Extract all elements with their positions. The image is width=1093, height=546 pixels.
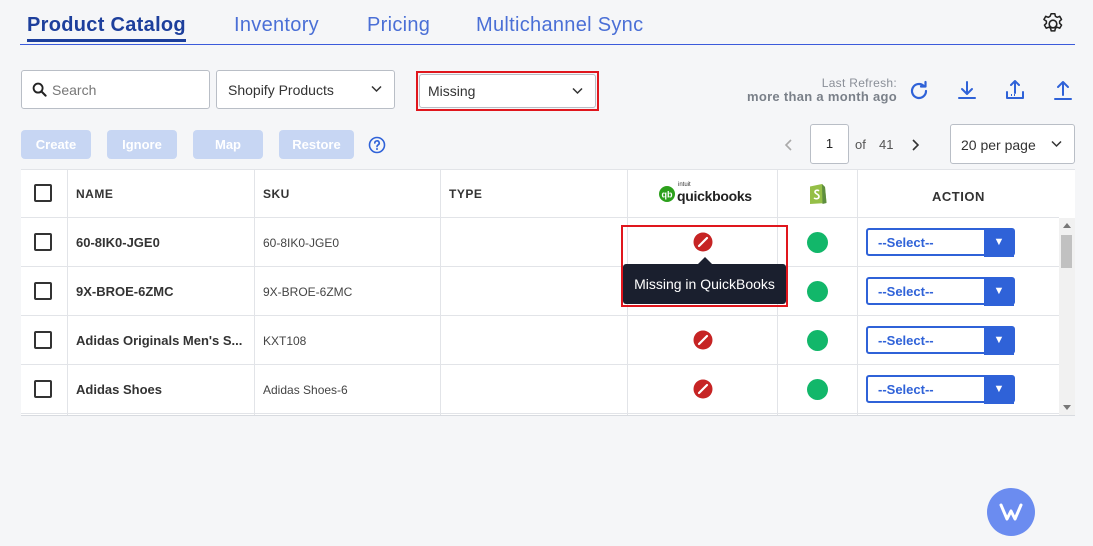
row-checkbox[interactable] bbox=[34, 233, 52, 251]
synced-status-icon bbox=[807, 281, 828, 302]
table-row[interactable]: 60-8IK0-JGE0 60-8IK0-JGE0 --Select-- ▼ bbox=[21, 218, 1059, 267]
download-icon[interactable] bbox=[955, 79, 979, 103]
table-row[interactable]: 9X-BROE-6ZMC 9X-BROE-6ZMC --Select-- ▼ bbox=[21, 267, 1059, 316]
last-refresh-value: more than a month ago bbox=[746, 89, 897, 104]
next-page-icon[interactable] bbox=[911, 139, 920, 151]
dropdown-arrow-icon: ▼ bbox=[984, 278, 1014, 306]
create-button[interactable]: Create bbox=[21, 130, 91, 159]
synced-status-icon bbox=[807, 232, 828, 253]
chat-launcher-button[interactable] bbox=[987, 488, 1035, 536]
pager-total: 41 bbox=[879, 137, 894, 152]
previous-page-icon[interactable] bbox=[784, 139, 793, 151]
main-tabs: Product Catalog Inventory Pricing Multic… bbox=[20, 10, 1075, 45]
missing-tooltip: Missing in QuickBooks bbox=[623, 257, 786, 304]
refresh-icon[interactable] bbox=[907, 79, 931, 103]
action-select[interactable]: --Select-- ▼ bbox=[866, 228, 1015, 257]
help-icon[interactable] bbox=[368, 136, 386, 154]
missing-status-icon[interactable] bbox=[693, 379, 713, 399]
product-name: Adidas Shoes bbox=[76, 382, 162, 397]
dropdown-arrow-icon: ▼ bbox=[984, 327, 1014, 355]
scroll-down-icon[interactable] bbox=[1063, 405, 1071, 411]
quickbooks-logo: qb intuit quickbooks bbox=[659, 182, 752, 205]
scroll-up-icon[interactable] bbox=[1063, 222, 1071, 228]
search-input[interactable] bbox=[52, 80, 202, 100]
action-select-value: --Select-- bbox=[878, 235, 934, 250]
dropdown-arrow-icon: ▼ bbox=[984, 376, 1014, 404]
row-checkbox[interactable] bbox=[34, 380, 52, 398]
restore-button[interactable]: Restore bbox=[279, 130, 354, 159]
scrollbar-thumb[interactable] bbox=[1061, 235, 1072, 268]
pager-of-label: of bbox=[855, 137, 866, 152]
map-button[interactable]: Map bbox=[193, 130, 263, 159]
synced-status-icon bbox=[807, 330, 828, 351]
app-logo-icon bbox=[999, 503, 1023, 521]
tab-pricing[interactable]: Pricing bbox=[367, 14, 430, 37]
row-checkbox[interactable] bbox=[34, 331, 52, 349]
table-row[interactable]: Adidas Shoes Adidas Shoes-6 --Select-- ▼ bbox=[21, 365, 1059, 414]
quickbooks-wordmark: quickbooks bbox=[677, 188, 752, 204]
search-icon bbox=[32, 82, 47, 97]
last-refresh: Last Refresh: more than a month ago bbox=[747, 76, 897, 104]
quickbooks-icon: qb bbox=[659, 186, 675, 202]
status-select-value: Missing bbox=[428, 83, 476, 99]
page-number-input[interactable]: 1 bbox=[810, 124, 849, 164]
per-page-select[interactable]: 20 per page bbox=[950, 124, 1075, 164]
upload-sync-icon[interactable] bbox=[1003, 78, 1027, 102]
product-name: 9X-BROE-6ZMC bbox=[76, 284, 174, 299]
dropdown-arrow-icon: ▼ bbox=[984, 229, 1014, 257]
search-field[interactable] bbox=[21, 70, 210, 109]
gear-icon[interactable] bbox=[1040, 11, 1066, 37]
product-table: NAME SKU TYPE qb intuit quickbooks ACTIO… bbox=[21, 169, 1075, 416]
source-select-value: Shopify Products bbox=[228, 82, 334, 98]
chevron-down-icon bbox=[371, 85, 382, 93]
chevron-down-icon bbox=[1051, 140, 1062, 148]
svg-text:qb: qb bbox=[662, 190, 673, 200]
action-select-value: --Select-- bbox=[878, 382, 934, 397]
action-select[interactable]: --Select-- ▼ bbox=[866, 277, 1015, 306]
shopify-icon bbox=[810, 184, 827, 204]
action-select-value: --Select-- bbox=[878, 284, 934, 299]
last-refresh-label: Last Refresh: bbox=[821, 76, 897, 90]
missing-status-icon[interactable] bbox=[693, 330, 713, 350]
product-sku: 9X-BROE-6ZMC bbox=[263, 285, 353, 299]
action-select[interactable]: --Select-- ▼ bbox=[866, 375, 1015, 404]
row-checkbox[interactable] bbox=[34, 282, 52, 300]
product-sku: Adidas Shoes-6 bbox=[263, 383, 348, 397]
tab-product-catalog[interactable]: Product Catalog bbox=[27, 14, 186, 42]
status-select[interactable]: Missing bbox=[419, 74, 596, 108]
select-all-checkbox[interactable] bbox=[34, 184, 52, 202]
product-sku: KXT108 bbox=[263, 334, 307, 348]
product-sku: 60-8IK0-JGE0 bbox=[263, 236, 340, 250]
ignore-button[interactable]: Ignore bbox=[107, 130, 177, 159]
chevron-down-icon bbox=[572, 87, 583, 95]
per-page-value: 20 per page bbox=[961, 137, 1036, 153]
upload-icon[interactable] bbox=[1051, 78, 1075, 102]
action-select-value: --Select-- bbox=[878, 333, 934, 348]
table-row[interactable]: Adidas Originals Men's S... KXT108 --Sel… bbox=[21, 316, 1059, 365]
tab-inventory[interactable]: Inventory bbox=[234, 14, 319, 37]
table-scrollbar[interactable] bbox=[1059, 218, 1075, 415]
synced-status-icon bbox=[807, 379, 828, 400]
table-header: NAME SKU TYPE qb intuit quickbooks ACTIO… bbox=[21, 170, 1059, 218]
tab-multichannel-sync[interactable]: Multichannel Sync bbox=[476, 14, 643, 37]
product-name: 60-8IK0-JGE0 bbox=[76, 235, 160, 250]
product-name: Adidas Originals Men's S... bbox=[76, 333, 243, 348]
source-select[interactable]: Shopify Products bbox=[216, 70, 395, 109]
action-select[interactable]: --Select-- ▼ bbox=[866, 326, 1015, 355]
